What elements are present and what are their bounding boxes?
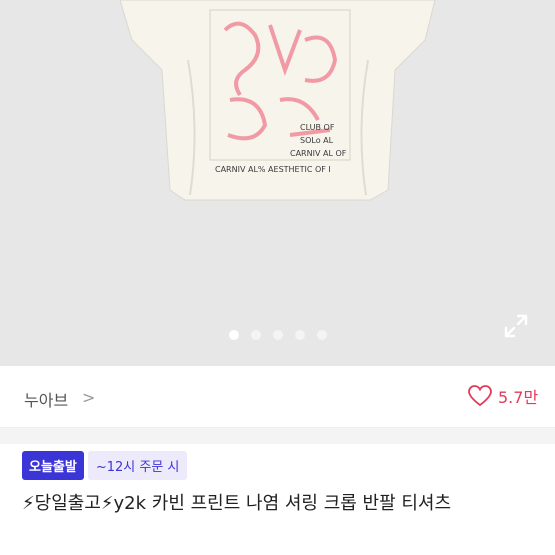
chevron-right-icon: >: [82, 388, 96, 407]
print-line-2: SOLo AL: [300, 136, 334, 145]
print-line-4: CARNIV AL% AESTHETIC OF I: [215, 165, 331, 174]
slide-indicator: [0, 330, 555, 342]
section-divider: [0, 428, 555, 444]
expand-icon[interactable]: [502, 312, 530, 340]
product-title: ⚡당일출고⚡y2k 카빈 프린트 나염 셔링 크롭 반팔 티셔츠: [22, 493, 452, 514]
slide-dot[interactable]: [272, 330, 283, 340]
seller-name[interactable]: 누아브: [24, 387, 68, 411]
slide-dot[interactable]: [250, 330, 261, 340]
slide-dot[interactable]: [294, 330, 305, 340]
product-image[interactable]: CLUB OF SOLo AL CARNIV AL OF CARNIV AL% …: [0, 0, 555, 366]
slide-dot[interactable]: [316, 330, 327, 340]
print-line-3: CARNIV AL OF: [290, 149, 347, 158]
like-button[interactable]: 5.7만: [468, 384, 538, 408]
order-cutoff-badge: ~12시 주문 시: [87, 451, 188, 480]
seller-row[interactable]: 누아브 > 5.7만: [0, 366, 555, 428]
same-day-badge: 오늘출발: [22, 451, 84, 480]
print-line-1: CLUB OF: [300, 123, 335, 132]
slide-dot[interactable]: [228, 330, 239, 340]
product-image-gallery[interactable]: CLUB OF SOLo AL CARNIV AL OF CARNIV AL% …: [0, 0, 555, 366]
delivery-badges: 오늘출발 ~12시 주문 시: [22, 451, 188, 480]
like-count: 5.7만: [498, 388, 539, 407]
heart-icon: [468, 385, 492, 407]
